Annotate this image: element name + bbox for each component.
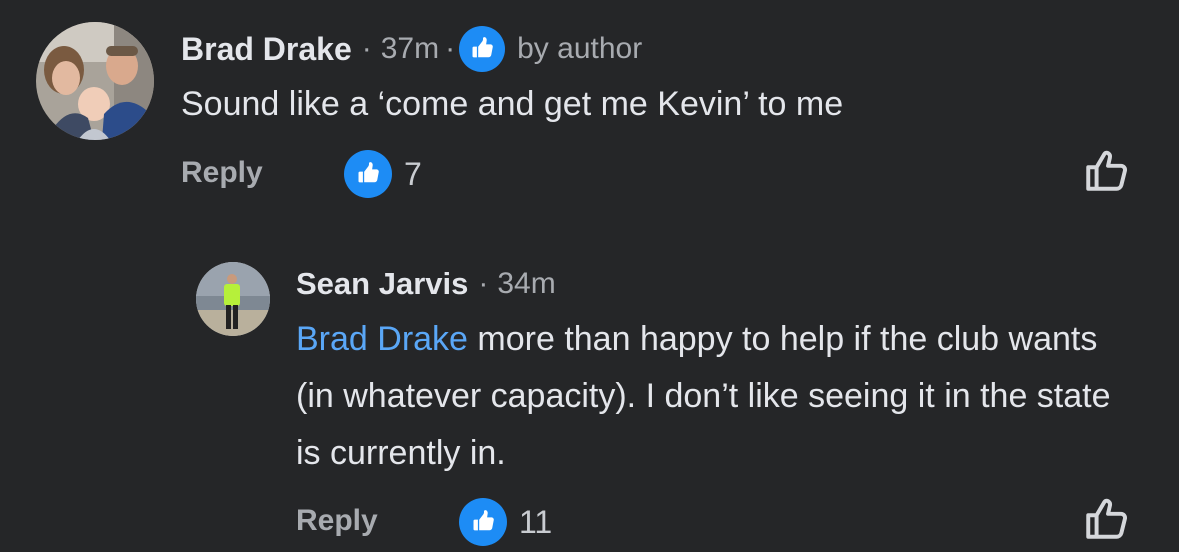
comment-header: Sean Jarvis · 34m — [296, 262, 556, 306]
reaction-count: 7 — [404, 155, 422, 192]
like-reaction-icon — [459, 498, 507, 546]
reaction-summary[interactable]: 11 — [459, 498, 552, 546]
mention-link[interactable]: Brad Drake — [296, 320, 468, 358]
separator-dot: · — [478, 267, 489, 300]
thumbs-up-outline-icon[interactable] — [1082, 146, 1132, 196]
author-name[interactable]: Sean Jarvis — [296, 266, 468, 302]
separator-dot: · — [361, 32, 372, 65]
by-author-label: by author — [517, 32, 643, 65]
comment-header: Brad Drake · 37m · by author — [181, 26, 642, 72]
reply-button[interactable]: Reply — [181, 156, 263, 190]
reaction-count: 11 — [519, 503, 553, 540]
thumbs-up-outline-icon[interactable] — [1082, 494, 1132, 544]
comment-time[interactable]: 37m — [381, 32, 439, 66]
separator-dot: · — [445, 32, 456, 65]
reaction-summary[interactable]: 7 — [344, 150, 422, 198]
comment-text: Brad Drake more than happy to help if th… — [296, 311, 1136, 482]
comment-time[interactable]: 34m — [497, 267, 555, 301]
reply-button[interactable]: Reply — [296, 504, 378, 538]
like-reaction-icon — [344, 150, 392, 198]
avatar[interactable] — [36, 22, 154, 140]
author-name[interactable]: Brad Drake — [181, 31, 352, 68]
comment-text: Sound like a ‘come and get me Kevin’ to … — [181, 85, 844, 123]
avatar[interactable] — [196, 262, 270, 336]
thumbs-up-badge-icon — [459, 26, 506, 72]
